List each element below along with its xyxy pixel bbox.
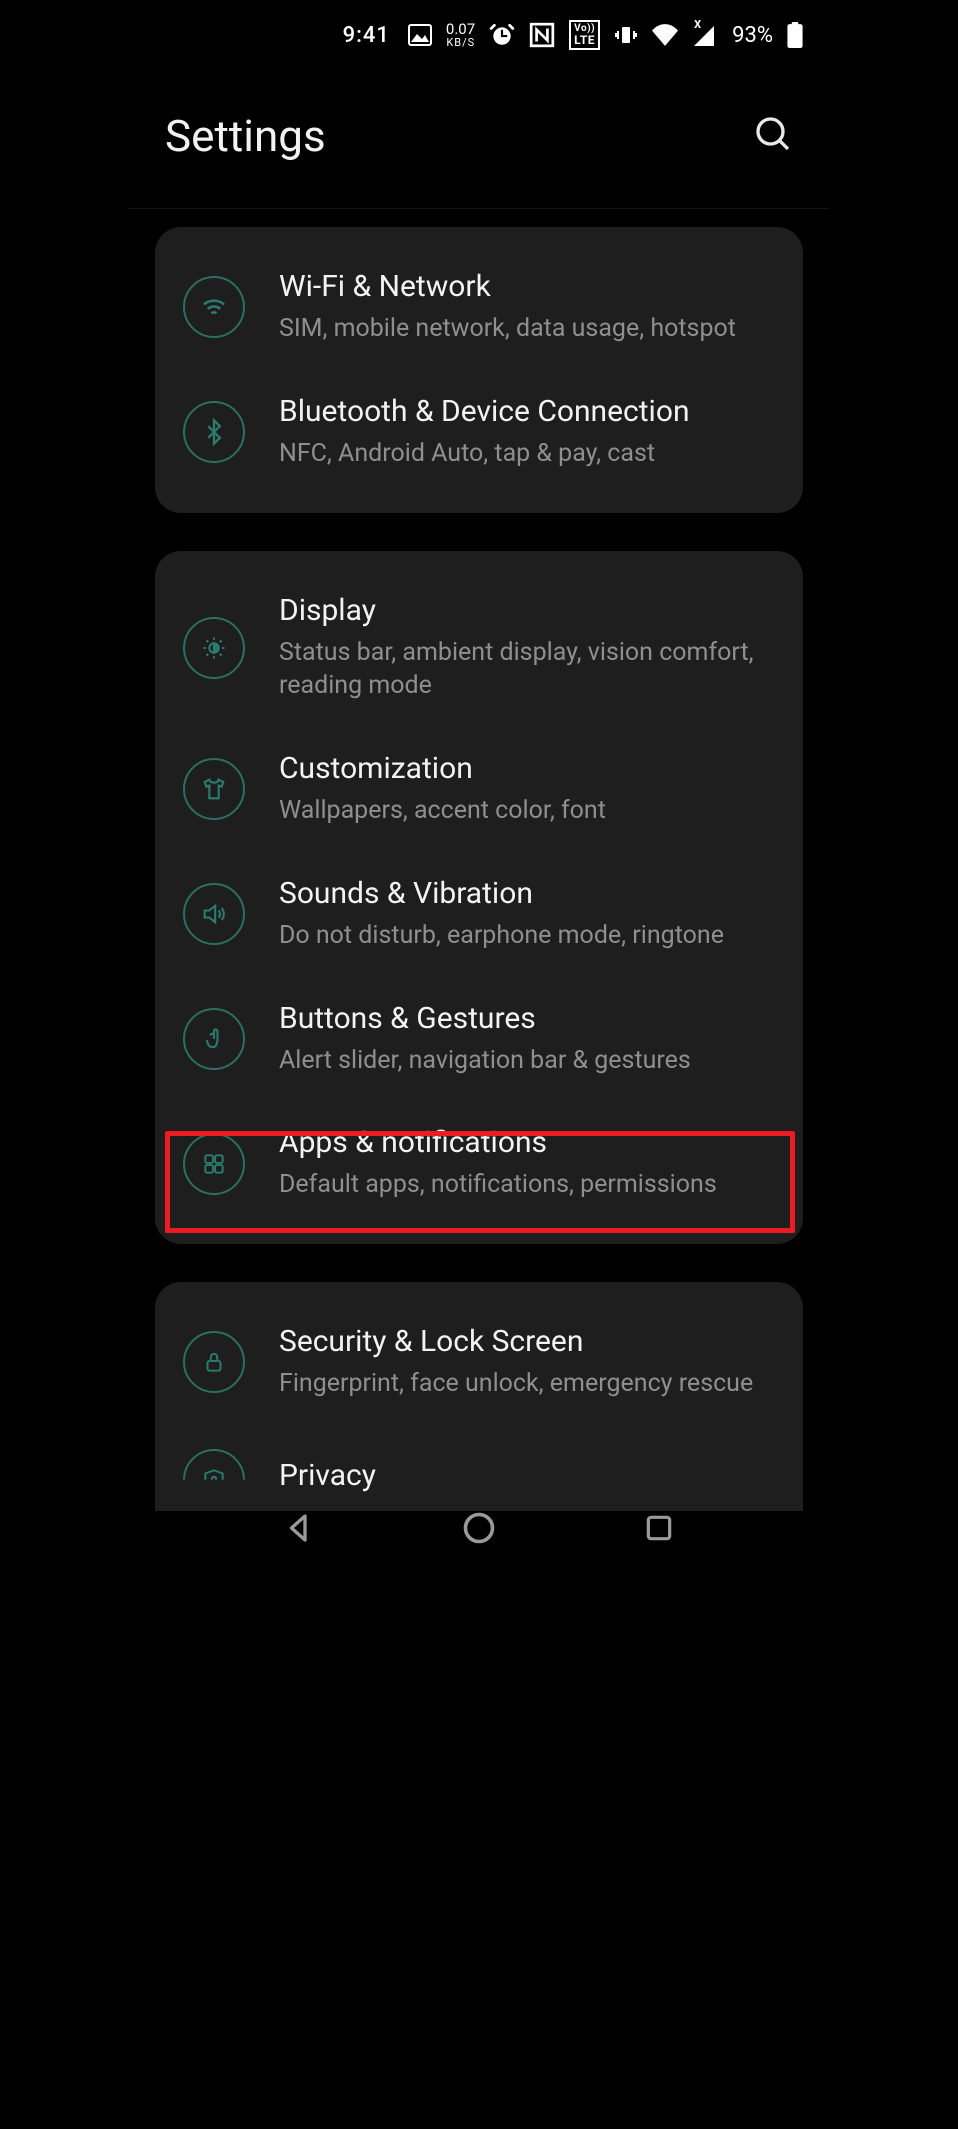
picture-icon — [408, 24, 432, 46]
wifi-status-icon — [652, 24, 678, 46]
navigation-bar — [129, 1488, 829, 1568]
nav-back-button[interactable] — [275, 1504, 323, 1552]
item-subtitle: Do not disturb, earphone mode, ringtone — [279, 919, 775, 953]
status-bar: 9:41 0.07 KB/S Vo)) LTE X 93% — [129, 0, 829, 70]
nav-home-button[interactable] — [455, 1504, 503, 1552]
nav-recent-button[interactable] — [635, 1504, 683, 1552]
alarm-icon — [489, 22, 515, 48]
vibrate-icon — [614, 23, 638, 47]
status-time: 9:41 — [343, 23, 390, 48]
item-subtitle: Alert slider, navigation bar & gestures — [279, 1044, 775, 1078]
item-title: Apps & notifications — [279, 1125, 775, 1160]
settings-content: Wi-Fi & Network SIM, mobile network, dat… — [129, 209, 829, 1511]
settings-card-security: Security & Lock Screen Fingerprint, face… — [155, 1282, 803, 1511]
settings-item-display[interactable]: Display Status bar, ambient display, vis… — [155, 569, 803, 728]
nfc-icon — [529, 22, 555, 48]
item-subtitle: Status bar, ambient display, vision comf… — [279, 636, 775, 704]
settings-card-device: Display Status bar, ambient display, vis… — [155, 551, 803, 1245]
settings-card-network: Wi-Fi & Network SIM, mobile network, dat… — [155, 227, 803, 513]
settings-item-apps-notifications[interactable]: Apps & notifications Default apps, notif… — [155, 1101, 803, 1226]
item-title: Security & Lock Screen — [279, 1324, 775, 1359]
apps-icon — [183, 1133, 245, 1195]
data-rate: 0.07 KB/S — [446, 22, 475, 48]
settings-item-customization[interactable]: Customization Wallpapers, accent color, … — [155, 727, 803, 852]
lock-icon — [183, 1331, 245, 1393]
volte-icon: Vo)) LTE — [569, 20, 600, 50]
item-title: Display — [279, 593, 775, 628]
item-title: Bluetooth & Device Connection — [279, 394, 775, 429]
signal-icon: X — [692, 24, 716, 46]
item-title: Buttons & Gestures — [279, 1001, 775, 1036]
item-title: Wi-Fi & Network — [279, 269, 775, 304]
item-subtitle: NFC, Android Auto, tap & pay, cast — [279, 437, 775, 471]
bluetooth-icon — [183, 401, 245, 463]
tshirt-icon — [183, 758, 245, 820]
wifi-icon — [183, 276, 245, 338]
item-title: Customization — [279, 751, 775, 786]
settings-item-wifi-network[interactable]: Wi-Fi & Network SIM, mobile network, dat… — [155, 245, 803, 370]
brightness-icon — [183, 617, 245, 679]
settings-header: Settings — [129, 70, 829, 208]
sound-icon — [183, 883, 245, 945]
item-subtitle: Fingerprint, face unlock, emergency resc… — [279, 1367, 775, 1401]
battery-percent: 93% — [732, 23, 773, 48]
item-subtitle: Default apps, notifications, permissions — [279, 1168, 775, 1202]
item-subtitle: Wallpapers, accent color, font — [279, 794, 775, 828]
search-button[interactable] — [753, 114, 793, 158]
settings-item-security[interactable]: Security & Lock Screen Fingerprint, face… — [155, 1300, 803, 1425]
settings-item-buttons-gestures[interactable]: Buttons & Gestures Alert slider, navigat… — [155, 977, 803, 1102]
item-subtitle: SIM, mobile network, data usage, hotspot — [279, 312, 775, 346]
gesture-icon — [183, 1008, 245, 1070]
settings-item-bluetooth[interactable]: Bluetooth & Device Connection NFC, Andro… — [155, 370, 803, 495]
page-title: Settings — [165, 110, 326, 162]
item-title: Sounds & Vibration — [279, 876, 775, 911]
battery-icon — [787, 22, 803, 48]
settings-item-sounds[interactable]: Sounds & Vibration Do not disturb, earph… — [155, 852, 803, 977]
